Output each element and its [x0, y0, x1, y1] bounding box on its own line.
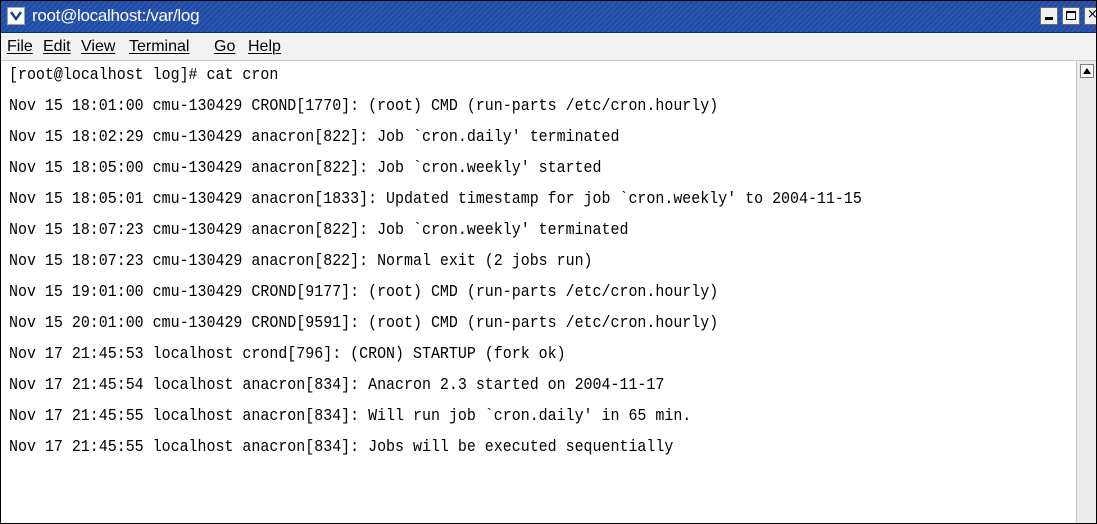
terminal-line: Nov 17 21:45:55 localhost anacron[834]: … [9, 438, 674, 457]
terminal-line: Nov 15 19:01:00 cmu-130429 CROND[9177]: … [9, 283, 719, 302]
terminal-line: Nov 15 18:05:01 cmu-130429 anacron[1833]… [9, 190, 862, 209]
window-title: root@localhost:/var/log [32, 6, 200, 25]
menu-help[interactable]: Help [248, 37, 281, 56]
close-button[interactable]: × [1084, 7, 1097, 25]
menu-view[interactable]: View [81, 37, 115, 56]
terminal-output[interactable]: [root@localhost log]# cat cron Nov 15 18… [1, 61, 1076, 523]
terminal-line: [root@localhost log]# cat cron [9, 66, 279, 85]
title-bar[interactable]: root@localhost:/var/log × [1, 1, 1096, 33]
terminal-line: Nov 17 21:45:54 localhost anacron[834]: … [9, 376, 665, 395]
terminal-line: Nov 15 18:07:23 cmu-130429 anacron[822]:… [9, 221, 629, 240]
menu-terminal[interactable]: Terminal [129, 37, 189, 56]
terminal-line: Nov 17 21:45:53 localhost crond[796]: (C… [9, 345, 566, 364]
terminal-line: Nov 15 18:07:23 cmu-130429 anacron[822]:… [9, 252, 593, 271]
maximize-button[interactable] [1062, 7, 1080, 25]
menu-bar: File Edit View Terminal Go Help [1, 33, 1096, 61]
scroll-up-button[interactable] [1080, 64, 1094, 78]
arrow-up-icon [1083, 68, 1091, 74]
menu-file[interactable]: File [7, 37, 33, 56]
terminal-line: Nov 15 20:01:00 cmu-130429 CROND[9591]: … [9, 314, 719, 333]
window-menu-button[interactable] [7, 7, 25, 25]
terminal-window: root@localhost:/var/log × File Edit View… [0, 0, 1097, 524]
terminal-line: Nov 15 18:02:29 cmu-130429 anacron[822]:… [9, 128, 620, 147]
maximize-icon [1066, 11, 1076, 20]
terminal-line: Nov 15 18:01:00 cmu-130429 CROND[1770]: … [9, 97, 719, 116]
minimize-icon [1045, 17, 1053, 20]
terminal-line: Nov 15 18:05:00 cmu-130429 anacron[822]:… [9, 159, 602, 178]
vertical-scrollbar[interactable] [1076, 61, 1096, 523]
chevron-down-icon [10, 11, 22, 21]
minimize-button[interactable] [1040, 7, 1058, 25]
menu-go[interactable]: Go [214, 37, 235, 56]
menu-edit[interactable]: Edit [43, 37, 71, 56]
terminal-line: Nov 17 21:45:55 localhost anacron[834]: … [9, 407, 692, 426]
close-icon: × [1087, 7, 1097, 22]
